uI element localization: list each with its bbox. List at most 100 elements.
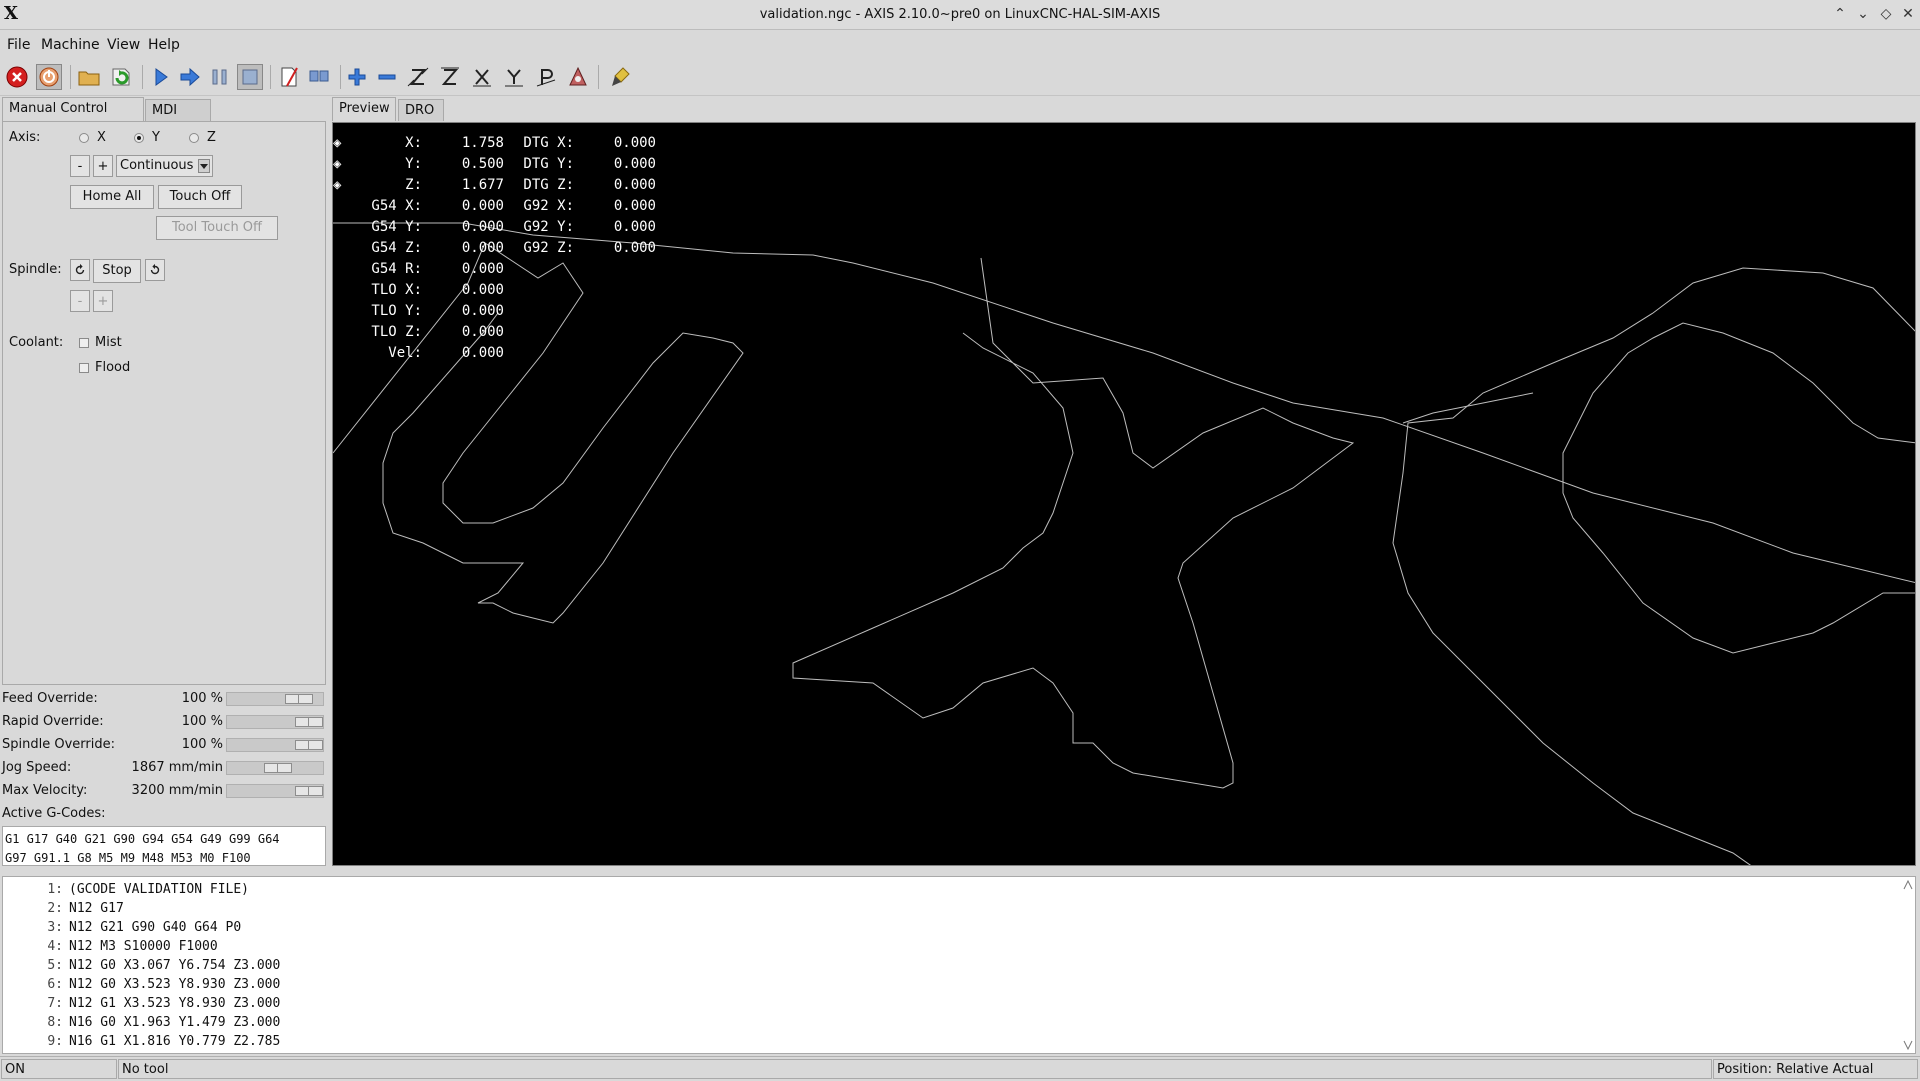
dro-label: G54 Y: [371, 219, 422, 235]
keep-above-icon[interactable]: ⌃ [1830, 4, 1850, 24]
gcode-line[interactable]: 1: (GCODE VALIDATION FILE) [3, 880, 249, 899]
view-z-icon[interactable] [405, 64, 431, 90]
tab-preview[interactable]: Preview [332, 97, 396, 121]
override-slider[interactable] [226, 738, 324, 752]
line-number: 1: [47, 882, 63, 897]
axis-z-radio[interactable] [189, 133, 199, 143]
line-number: 6: [47, 977, 63, 992]
toolbar-separator [142, 65, 143, 89]
manual-control-panel: Axis: X Y Z - + Continuous Home All Touc… [2, 121, 326, 685]
maximize-icon[interactable]: ◇ [1876, 4, 1896, 24]
gcode-line[interactable]: 7: N12 G1 X3.523 Y8.930 Z3.000 [3, 994, 280, 1013]
menu-file[interactable]: File [7, 37, 30, 53]
override-slider[interactable] [226, 761, 324, 775]
dro-value: 0.000 [461, 282, 504, 298]
jog-increment-select[interactable]: Continuous [116, 155, 213, 177]
jog-minus-button[interactable]: - [70, 155, 90, 177]
axis-x-radio[interactable] [79, 133, 89, 143]
override-slider[interactable] [226, 692, 324, 706]
dro-label: G54 Z: [371, 240, 422, 256]
gcode-line[interactable]: 4: N12 M3 S10000 F1000 [3, 937, 218, 956]
tab-dro[interactable]: DRO [398, 99, 444, 121]
spindle-label: Spindle: [9, 262, 62, 277]
view-p-icon[interactable] [533, 64, 559, 90]
gcode-listing[interactable]: 1: (GCODE VALIDATION FILE) 2: N12 G17 3: N12 … [2, 876, 1916, 1054]
zoom-out-icon[interactable] [374, 64, 400, 90]
power-icon[interactable] [36, 64, 62, 90]
open-file-icon[interactable] [76, 64, 102, 90]
dro-value: 0.000 [461, 303, 504, 319]
scrollbar[interactable] [1903, 879, 1913, 1051]
tab-mdi[interactable]: MDI [F5] [145, 99, 211, 140]
gcode-line[interactable]: 5: N12 G0 X3.067 Y6.754 Z3.000 [3, 956, 280, 975]
slider-handle[interactable] [264, 763, 292, 773]
dro-label: X: [405, 135, 422, 151]
axis-x-label: X [97, 130, 106, 145]
optional-stop-icon[interactable] [306, 64, 332, 90]
dro-row: G54 R: 0.000 [333, 259, 656, 280]
zoom-in-icon[interactable] [344, 64, 370, 90]
tab-manual-control[interactable]: Manual Control [F3] [2, 97, 144, 138]
gcode-line[interactable]: 2: N12 G17 [3, 899, 123, 918]
dro-value: 0.000 [613, 156, 656, 172]
minimize-icon[interactable]: ⌄ [1853, 4, 1873, 24]
preview-canvas[interactable]: ◈ X: 1.758 DTG X: 0.000 ◈ Y: 0.500 DTG Y: 0.000 ◈ Z… [332, 122, 1916, 866]
slider-handle[interactable] [295, 786, 323, 796]
rotate-icon[interactable] [565, 64, 591, 90]
dro-label: G92 Y: [523, 219, 574, 235]
clear-plot-icon[interactable] [608, 64, 634, 90]
pause-icon[interactable] [207, 64, 233, 90]
gcode-line[interactable]: 6: N12 G0 X3.523 Y8.930 Z3.000 [3, 975, 280, 994]
dro-row: G54 Y: 0.000 G92 Y: 0.000 [333, 217, 656, 238]
spindle-stop-button[interactable]: Stop [93, 259, 141, 283]
slider-handle[interactable] [285, 694, 313, 704]
tool-touch-off-button[interactable]: Tool Touch Off [156, 216, 278, 240]
block-delete-icon[interactable] [276, 64, 302, 90]
dro-value: 0.000 [461, 345, 504, 361]
view-z2-icon[interactable] [437, 64, 463, 90]
menu-view[interactable]: View [107, 37, 140, 53]
menu-machine[interactable]: Machine [41, 37, 100, 53]
view-x-icon[interactable] [469, 64, 495, 90]
override-label: Max Velocity: [2, 783, 88, 798]
dro-value: 0.000 [461, 261, 504, 277]
flood-checkbox[interactable] [79, 363, 89, 373]
homed-icon: ◈ [333, 156, 342, 172]
flood-label: Flood [95, 360, 131, 375]
spindle-reverse-button[interactable] [70, 259, 90, 281]
mist-checkbox[interactable] [79, 338, 89, 348]
dro-value: 0.000 [461, 324, 504, 340]
spindle-forward-button[interactable] [145, 259, 165, 281]
travel-line-2 [1402, 392, 1534, 424]
estop-icon[interactable] [4, 64, 30, 90]
home-all-button[interactable]: Home All [70, 185, 154, 209]
jog-plus-button[interactable]: + [93, 155, 113, 177]
gcode-line[interactable]: 8: N16 G0 X1.963 Y1.479 Z3.000 [3, 1013, 280, 1032]
status-bar: ON No tool Position: Relative Actual [0, 1056, 1920, 1081]
line-code: N12 G0 X3.523 Y8.930 Z3.000 [69, 977, 281, 992]
stop-icon[interactable] [237, 64, 263, 90]
menu-help[interactable]: Help [148, 37, 180, 53]
view-y-icon[interactable] [501, 64, 527, 90]
line-code: N12 G21 G90 G40 G64 P0 [69, 920, 242, 935]
dro-value: 0.000 [461, 219, 504, 235]
gcode-line[interactable]: 3: N12 G21 G90 G40 G64 P0 [3, 918, 241, 937]
override-slider[interactable] [226, 784, 324, 798]
reload-icon[interactable] [108, 64, 134, 90]
toolbar-separator [270, 65, 271, 89]
dro-value: 0.000 [613, 219, 656, 235]
slider-handle[interactable] [295, 740, 323, 750]
gcode-line[interactable]: 9: N16 G1 X1.816 Y0.779 Z2.785 [3, 1032, 280, 1051]
override-slider[interactable] [226, 715, 324, 729]
axis-y-label: Y [152, 130, 160, 145]
touch-off-button[interactable]: Touch Off [158, 185, 242, 209]
slider-handle[interactable] [295, 717, 323, 727]
axis-y-radio[interactable] [134, 133, 144, 143]
step-icon[interactable] [177, 64, 203, 90]
spindle-faster-button[interactable]: + [93, 290, 113, 312]
close-window-icon[interactable]: ✕ [1898, 4, 1918, 24]
spindle-slower-button[interactable]: - [70, 290, 90, 312]
line-code: N12 M3 S10000 F1000 [69, 939, 218, 954]
dro-row: ◈ Z: 1.677 DTG Z: 0.000 [333, 175, 656, 196]
run-icon[interactable] [148, 64, 174, 90]
